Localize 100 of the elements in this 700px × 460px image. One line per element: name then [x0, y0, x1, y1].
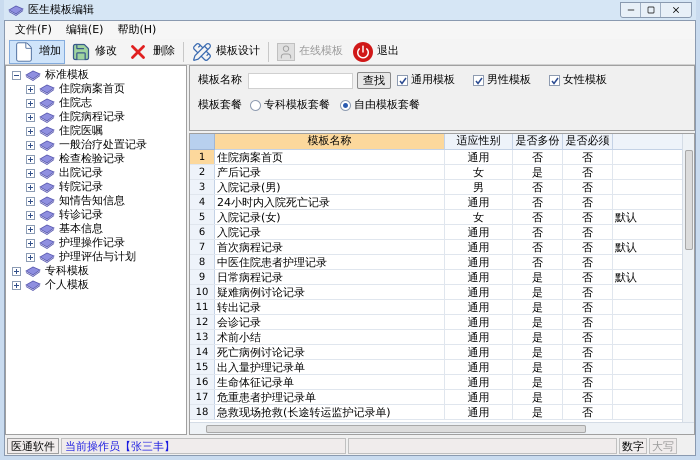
table-cell: 女	[445, 165, 513, 179]
row-header[interactable]: 6	[190, 225, 215, 239]
table-cell: 是	[513, 360, 563, 374]
table-cell: 危重患者护理记录单	[215, 390, 445, 404]
operator-status: 当前操作员【张三丰】	[61, 438, 346, 454]
table-cell-text: 默认	[614, 240, 638, 254]
expand-icon[interactable]	[26, 112, 35, 122]
column-header[interactable]: 适应性别	[445, 134, 513, 150]
row-header[interactable]: 12	[190, 315, 215, 329]
table-cell: 住院病案首页	[215, 150, 445, 164]
table-cell: 通用	[445, 360, 513, 374]
tree-item[interactable]: 护理评估与计划	[59, 250, 136, 264]
table-cell: 否	[563, 255, 613, 269]
row-header[interactable]: 5	[190, 210, 215, 224]
horizontal-scrollbar[interactable]	[190, 422, 694, 434]
book-icon	[39, 223, 55, 235]
radio-button[interactable]	[250, 100, 261, 111]
table-cell: 通用	[445, 330, 513, 344]
expand-icon[interactable]	[26, 252, 35, 262]
menu-item[interactable]: 编辑(E)	[66, 22, 104, 38]
radio-button[interactable]	[340, 100, 351, 111]
expand-icon[interactable]	[26, 210, 35, 220]
column-header[interactable]: 是否多份	[513, 134, 563, 150]
row-header[interactable]: 16	[190, 375, 215, 389]
tree-item[interactable]: 知情告知信息	[59, 194, 125, 208]
tree-item[interactable]: 转诊记录	[59, 208, 103, 222]
toolbar-button[interactable]: 修改	[67, 40, 121, 64]
toolbar-button[interactable]: 增加	[9, 40, 65, 64]
row-header[interactable]: 18	[190, 405, 215, 419]
tree-item[interactable]: 护理操作记录	[59, 236, 125, 250]
row-header[interactable]: 4	[190, 195, 215, 209]
row-header[interactable]: 11	[190, 300, 215, 314]
person-icon	[277, 42, 295, 60]
expand-icon[interactable]	[26, 168, 35, 178]
row-header[interactable]: 1	[190, 150, 215, 164]
toolbar-button[interactable]: 删除	[123, 40, 179, 64]
expand-icon[interactable]	[12, 280, 21, 290]
toolbar-button[interactable]: 退出	[349, 40, 403, 64]
expand-icon[interactable]	[26, 98, 35, 108]
table-cell: 否	[563, 195, 613, 209]
expand-icon[interactable]	[12, 266, 21, 276]
expand-icon[interactable]	[26, 196, 35, 206]
tree-item[interactable]: 专科模板	[45, 264, 89, 278]
expand-icon[interactable]	[26, 238, 35, 248]
expand-icon[interactable]	[26, 182, 35, 192]
column-header[interactable]: 是否必须	[563, 134, 613, 150]
field-label: 模板套餐	[198, 97, 242, 113]
toolbar-button[interactable]: 模板设计	[188, 40, 264, 64]
key-status: 大写	[649, 438, 677, 454]
corner-header	[190, 134, 215, 150]
table-cell-text: 默认	[614, 210, 638, 224]
expand-icon[interactable]	[26, 126, 35, 136]
tree-item[interactable]: 住院病案首页	[59, 82, 125, 96]
book-icon	[25, 279, 41, 291]
table-cell: 通用	[445, 255, 513, 269]
expand-icon[interactable]	[26, 84, 35, 94]
row-header[interactable]: 8	[190, 255, 215, 269]
menu-item[interactable]: 帮助(H)	[117, 22, 156, 38]
expand-icon[interactable]	[26, 140, 35, 150]
row-header[interactable]: 15	[190, 360, 215, 374]
tree-item[interactable]: 住院医嘱	[59, 124, 103, 138]
table-cell: 否	[563, 225, 613, 239]
tree-item[interactable]: 一般治疗处置记录	[59, 138, 147, 152]
table-cell: 出入量护理记录单	[215, 360, 445, 374]
row-header[interactable]: 10	[190, 285, 215, 299]
row-header[interactable]: 3	[190, 180, 215, 194]
row-header[interactable]: 7	[190, 240, 215, 254]
tree-item[interactable]: 出院记录	[59, 166, 103, 180]
expand-icon[interactable]	[26, 154, 35, 164]
vertical-scrollbar[interactable]	[682, 134, 694, 422]
tree-item[interactable]: 住院志	[59, 96, 92, 110]
table-cell: 否	[513, 150, 563, 164]
table-cell: 否	[563, 270, 613, 284]
checkbox[interactable]	[473, 75, 484, 86]
book-icon	[39, 125, 55, 137]
menu-item[interactable]: 文件(F)	[15, 22, 52, 38]
tree-item[interactable]: 基本信息	[59, 222, 103, 236]
checkbox[interactable]	[549, 75, 560, 86]
row-header[interactable]: 13	[190, 330, 215, 344]
collapse-icon[interactable]	[12, 70, 21, 80]
table-cell: 否	[563, 300, 613, 314]
tree-item[interactable]: 转院记录	[59, 180, 103, 194]
ruler-pencil-icon	[192, 42, 212, 62]
tree-item[interactable]: 个人模板	[45, 278, 89, 292]
row-header[interactable]: 14	[190, 345, 215, 359]
expand-icon[interactable]	[26, 224, 35, 234]
checkbox[interactable]	[397, 75, 408, 86]
tree-item[interactable]: 标准模板	[45, 68, 89, 82]
search-field[interactable]	[248, 72, 353, 88]
row-header[interactable]: 17	[190, 390, 215, 404]
table-cell: 通用	[445, 345, 513, 359]
row-header[interactable]: 2	[190, 165, 215, 179]
column-header[interactable]: 模板名称	[215, 134, 445, 150]
table-cell: 入院记录	[215, 225, 445, 239]
table-cell: 否	[563, 345, 613, 359]
tree-item[interactable]: 住院病程记录	[59, 110, 125, 124]
table-cell: 是	[513, 330, 563, 344]
tree-item[interactable]: 检查检验记录	[59, 152, 125, 166]
row-header[interactable]: 9	[190, 270, 215, 284]
search-button[interactable]: 查找	[357, 72, 391, 89]
